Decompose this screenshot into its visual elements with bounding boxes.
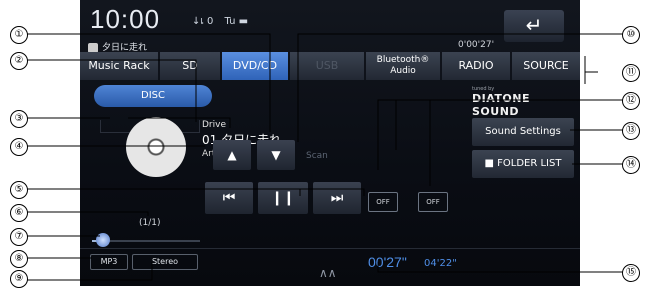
disc-artwork-icon [126,117,186,177]
disc-source-icon [88,42,98,53]
callout-13: ⑬ [622,122,640,140]
tab-source[interactable]: SOURCE [512,52,580,80]
progress-knob[interactable] [95,233,110,247]
callout-6: ⑥ [10,204,28,222]
stereo-badge: Stereo [132,254,198,270]
tab-bluetooth-audio[interactable]: Bluetooth® Audio [366,52,440,80]
tab-dvd-cd[interactable]: DVD/CD [222,52,288,80]
callout-10: ⑩ [622,26,640,44]
tab-bluetooth-line2: Audio [390,66,416,76]
callout-2: ② [10,52,28,70]
signal-icon: ↓เ 0 [192,16,214,27]
tab-music-rack[interactable]: Music Rack [80,52,158,80]
tab-bluetooth-line1: Bluetooth® [376,55,430,65]
folder-list-button[interactable]: ■ FOLDER LIST [472,150,574,178]
callout-15: ⑮ [622,264,640,282]
source-tabs: Music Rack SD DVD/CD USB Bluetooth® Audi… [80,52,580,80]
skip-back-icon: ⏮ [222,190,236,206]
elapsed-time-top: 0'00'27' [458,40,495,50]
callout-11: ⑪ [622,64,640,82]
status-indicators: ↓เ 0 Tu ▬ [192,14,248,29]
diatone-logo: DIATONE SOUND [472,92,530,118]
callout-9: ⑨ [10,270,28,288]
battery-icon: Tu ▬ [224,16,249,27]
callout-12: ⑫ [622,92,640,110]
callout-3: ③ [10,110,28,128]
callout-4: ④ [10,138,28,156]
back-button[interactable]: ↵ [504,10,564,42]
next-track-button[interactable]: ⏭ [313,182,361,214]
callout-1: ① [10,26,28,44]
clock: 10:00 [90,4,161,34]
skip-forward-icon: ⏭ [330,190,344,206]
folder-up-button[interactable]: ▲ [213,140,251,170]
divider [80,248,580,249]
previous-track-button[interactable]: ⏮ [205,182,253,214]
navi-screen: 10:00 ↓เ 0 Tu ▬ ↵ 夕日に走れ 0'00'27' Music R… [80,0,580,286]
callout-7: ⑦ [10,228,28,246]
callout-8: ⑧ [10,250,28,268]
total-time: 04'22" [424,258,457,269]
current-time: 00'27" [368,254,407,270]
tab-sd[interactable]: SD [160,52,220,80]
pause-icon: ❙❙ [271,190,295,206]
scan-button[interactable]: Scan [306,143,346,183]
file-count-label: (1/1) [139,218,161,228]
chevron-up-icon[interactable]: ∧∧ [319,266,337,280]
format-badge: MP3 [90,254,128,270]
pause-button[interactable]: ❙❙ [258,182,308,214]
callout-14: ⑭ [622,156,640,174]
sound-settings-button[interactable]: Sound Settings [472,118,574,146]
callout-5: ⑤ [10,181,28,199]
tab-usb[interactable]: USB [290,52,364,80]
folder-down-button[interactable]: ▼ [257,140,295,170]
repeat-button[interactable]: OFF [368,192,398,212]
scan-label: Scan [306,151,328,161]
return-arrow-icon: ↵ [525,13,543,37]
disc-button[interactable]: DISC [94,85,212,107]
drive-label: Drive [202,120,226,130]
random-button[interactable]: OFF [418,192,448,212]
tab-radio[interactable]: RADIO [442,52,510,80]
